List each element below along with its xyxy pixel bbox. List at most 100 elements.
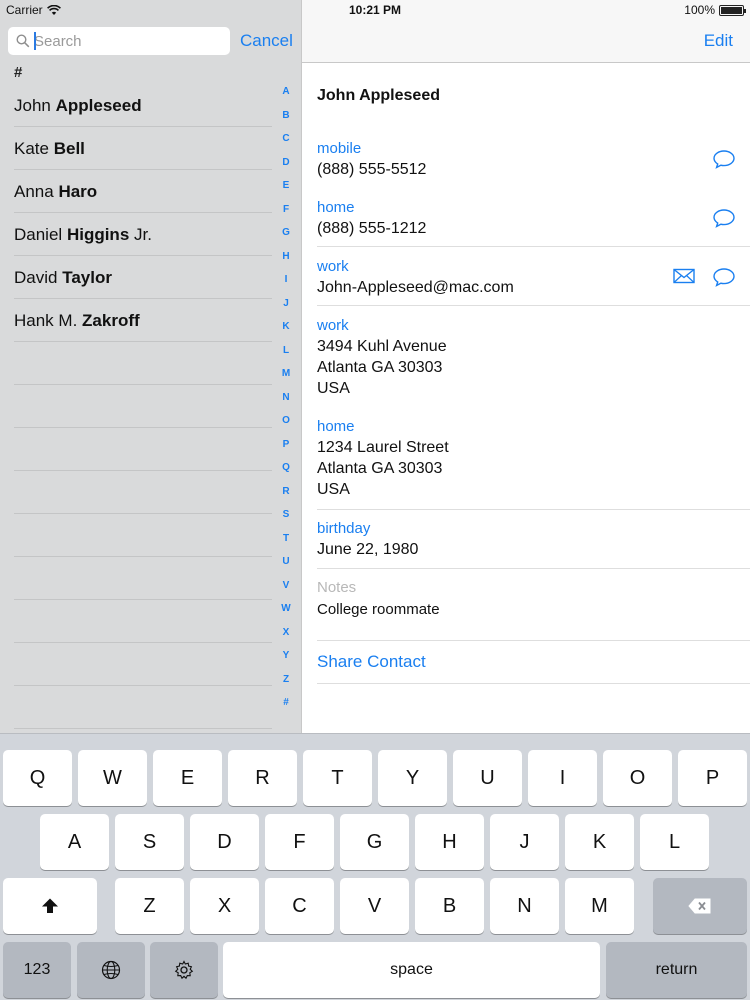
- key-f[interactable]: F: [265, 814, 334, 870]
- contact-first-name: Hank M.: [14, 311, 78, 330]
- key-v[interactable]: V: [340, 878, 409, 934]
- empty-row: [14, 428, 272, 471]
- address-line: USA: [317, 481, 350, 498]
- contact-first-name: John: [14, 96, 51, 115]
- index-letter[interactable]: J: [277, 298, 295, 322]
- key-e[interactable]: E: [153, 750, 222, 806]
- address-field-work[interactable]: work 3494 Kuhl Avenue Atlanta GA 30303 U…: [317, 317, 750, 399]
- index-letter[interactable]: K: [277, 321, 295, 345]
- message-icon[interactable]: [712, 267, 736, 287]
- key-x[interactable]: X: [190, 878, 259, 934]
- row-separator: [317, 640, 750, 641]
- key-l[interactable]: L: [640, 814, 709, 870]
- key-r[interactable]: R: [228, 750, 297, 806]
- key-m[interactable]: M: [565, 878, 634, 934]
- index-letter[interactable]: #: [277, 697, 295, 721]
- key-p[interactable]: P: [678, 750, 747, 806]
- contact-row-daniel-higgins[interactable]: Daniel Higgins Jr.: [14, 213, 272, 256]
- message-icon[interactable]: [712, 208, 736, 228]
- phone-value: (888) 555-5512: [317, 161, 427, 178]
- key-n[interactable]: N: [490, 878, 559, 934]
- index-letter[interactable]: F: [277, 204, 295, 228]
- contact-row-hank-zakroff[interactable]: Hank M. Zakroff: [14, 299, 272, 342]
- phone-value: (888) 555-1212: [317, 220, 427, 237]
- key-u[interactable]: U: [453, 750, 522, 806]
- index-letter[interactable]: G: [277, 227, 295, 251]
- space-key[interactable]: space: [223, 942, 600, 998]
- contact-row-john-appleseed[interactable]: John Appleseed: [14, 84, 272, 127]
- key-b[interactable]: B: [415, 878, 484, 934]
- globe-key[interactable]: [77, 942, 145, 998]
- key-k[interactable]: K: [565, 814, 634, 870]
- backspace-icon: [688, 898, 711, 914]
- index-letter[interactable]: L: [277, 345, 295, 369]
- index-letter[interactable]: Z: [277, 674, 295, 698]
- index-letter[interactable]: M: [277, 368, 295, 392]
- index-letter[interactable]: U: [277, 556, 295, 580]
- shift-arrow-icon: [42, 898, 58, 913]
- mail-icon[interactable]: [673, 268, 695, 284]
- battery-percent: 100%: [684, 3, 715, 17]
- key-t[interactable]: T: [303, 750, 372, 806]
- key-g[interactable]: G: [340, 814, 409, 870]
- index-letter[interactable]: C: [277, 133, 295, 157]
- share-contact-button[interactable]: Share Contact: [317, 652, 426, 672]
- shift-key[interactable]: [3, 878, 97, 934]
- key-i[interactable]: I: [528, 750, 597, 806]
- index-letter[interactable]: H: [277, 251, 295, 275]
- phone-field-mobile[interactable]: mobile (888) 555-5512: [317, 140, 750, 180]
- index-letter[interactable]: T: [277, 533, 295, 557]
- search-input[interactable]: [34, 32, 214, 50]
- return-key[interactable]: return: [606, 942, 747, 998]
- contact-row-anna-haro[interactable]: Anna Haro: [14, 170, 272, 213]
- address-field-home[interactable]: home 1234 Laurel Street Atlanta GA 30303…: [317, 418, 750, 500]
- key-z[interactable]: Z: [115, 878, 184, 934]
- index-letter[interactable]: Q: [277, 462, 295, 486]
- index-letter[interactable]: S: [277, 509, 295, 533]
- index-letter[interactable]: O: [277, 415, 295, 439]
- key-y[interactable]: Y: [378, 750, 447, 806]
- index-letter[interactable]: N: [277, 392, 295, 416]
- phone-label: mobile: [317, 140, 362, 157]
- row-separator: [317, 246, 750, 247]
- key-h[interactable]: H: [415, 814, 484, 870]
- phone-field-home[interactable]: home (888) 555-1212: [317, 199, 750, 239]
- birthday-field[interactable]: birthday June 22, 1980: [317, 520, 750, 560]
- contact-row-kate-bell[interactable]: Kate Bell: [14, 127, 272, 170]
- index-letter[interactable]: W: [277, 603, 295, 627]
- backspace-key[interactable]: [653, 878, 747, 934]
- contact-first-name: David: [14, 268, 58, 287]
- clock: 10:21 PM: [348, 3, 402, 17]
- key-c[interactable]: C: [265, 878, 334, 934]
- contact-list: # John Appleseed Kate Bell Anna Haro Dan…: [14, 62, 272, 729]
- index-letter[interactable]: I: [277, 274, 295, 298]
- index-letter[interactable]: Y: [277, 650, 295, 674]
- index-letter[interactable]: D: [277, 157, 295, 181]
- notes-field[interactable]: Notes College roommate: [317, 579, 750, 620]
- key-q[interactable]: Q: [3, 750, 72, 806]
- contact-detail-pane: Edit John Appleseed mobile (888) 555-551…: [301, 0, 750, 733]
- contact-row-david-taylor[interactable]: David Taylor: [14, 256, 272, 299]
- section-index-bar[interactable]: A B C D E F G H I J K L M N O P Q R S T U V W X Y Z #: [277, 86, 295, 721]
- index-letter[interactable]: E: [277, 180, 295, 204]
- edit-button[interactable]: Edit: [704, 31, 733, 51]
- search-field[interactable]: [8, 27, 230, 55]
- index-letter[interactable]: V: [277, 580, 295, 604]
- empty-row: [14, 342, 272, 385]
- settings-key[interactable]: [150, 942, 218, 998]
- message-icon[interactable]: [712, 149, 736, 169]
- key-o[interactable]: O: [603, 750, 672, 806]
- key-s[interactable]: S: [115, 814, 184, 870]
- key-w[interactable]: W: [78, 750, 147, 806]
- index-letter[interactable]: P: [277, 439, 295, 463]
- index-letter[interactable]: X: [277, 627, 295, 651]
- contact-last-name: Bell: [53, 139, 85, 158]
- index-letter[interactable]: B: [277, 110, 295, 134]
- key-d[interactable]: D: [190, 814, 259, 870]
- index-letter[interactable]: A: [277, 86, 295, 110]
- key-j[interactable]: J: [490, 814, 559, 870]
- key-a[interactable]: A: [40, 814, 109, 870]
- numbers-key[interactable]: 123: [3, 942, 71, 998]
- cancel-button[interactable]: Cancel: [240, 31, 293, 51]
- index-letter[interactable]: R: [277, 486, 295, 510]
